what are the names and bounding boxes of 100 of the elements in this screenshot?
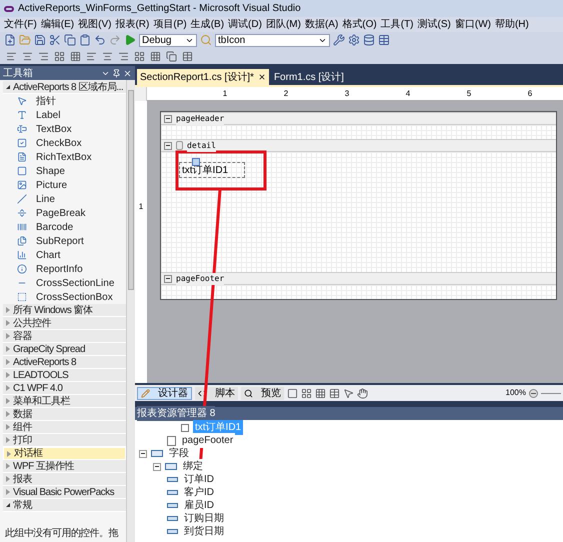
menu-item[interactable]: 编辑(E) xyxy=(40,17,74,32)
menu-item[interactable]: 格式(O) xyxy=(342,17,377,32)
designer-tab[interactable]: 脚本 xyxy=(195,386,238,400)
layout-grid-icon[interactable] xyxy=(54,50,65,62)
wrench-icon[interactable] xyxy=(333,34,345,46)
layout-grid-icon[interactable] xyxy=(134,50,145,62)
toolbox-item[interactable]: SubReport xyxy=(36,234,84,248)
toolbox-item[interactable]: CrossSectionBox xyxy=(36,290,113,304)
cut-icon[interactable] xyxy=(49,34,61,46)
toolbox-item[interactable]: 指针 xyxy=(36,94,56,108)
grid-icon[interactable] xyxy=(315,388,326,398)
copy-icon[interactable] xyxy=(64,34,76,46)
hand-icon[interactable] xyxy=(357,388,368,398)
collapse-icon[interactable] xyxy=(164,142,172,150)
toolbox-item[interactable]: Shape xyxy=(36,164,65,178)
bar-chart-icon[interactable] xyxy=(17,250,27,260)
barcode-icon[interactable] xyxy=(17,222,27,232)
play-icon[interactable] xyxy=(124,34,136,46)
toolbox-item[interactable]: Label xyxy=(36,108,60,122)
toolbox-group-header[interactable]: C1 WPF 4.0 xyxy=(3,382,126,395)
toolbox-item[interactable]: CrossSectionLine xyxy=(36,276,114,290)
tree-item[interactable]: pageFooter xyxy=(180,433,236,448)
collapse-icon[interactable] xyxy=(164,274,172,282)
toolbox-item[interactable]: TextBox xyxy=(36,122,72,136)
toolbox-group-header[interactable]: 所有 Windows 窗体 xyxy=(3,304,126,317)
pin-icon[interactable] xyxy=(112,68,121,78)
toolbox-group-header[interactable]: 容器 xyxy=(3,330,126,343)
toolbox-item[interactable]: Line xyxy=(36,192,55,206)
toolbox-item[interactable]: Picture xyxy=(36,178,68,192)
section-header[interactable]: pageFooter xyxy=(161,272,556,285)
align-center-icon[interactable] xyxy=(182,50,193,62)
grid-icon[interactable] xyxy=(150,50,161,62)
menu-item[interactable]: 调试(D) xyxy=(228,17,262,32)
undo-icon[interactable] xyxy=(94,34,106,46)
dashed-square-icon[interactable] xyxy=(17,292,27,302)
toolbox-group-header[interactable]: 报表 xyxy=(3,473,126,486)
table-icon[interactable] xyxy=(378,34,390,46)
save-icon[interactable] xyxy=(34,34,46,46)
menu-item[interactable]: 帮助(H) xyxy=(494,17,529,32)
close-icon[interactable] xyxy=(258,73,266,81)
toolbox-group-header[interactable]: 菜单和工具栏 xyxy=(3,395,126,408)
collapse-icon[interactable] xyxy=(164,114,172,122)
pointer-icon[interactable] xyxy=(17,96,27,106)
toolbox-group-header[interactable]: ActiveReports 8 区域布局... xyxy=(3,81,126,94)
menu-item[interactable]: 生成(B) xyxy=(190,17,224,32)
section-header[interactable]: detail xyxy=(161,139,556,152)
move-handle-icon[interactable] xyxy=(192,158,200,166)
toolbox-group-header[interactable]: 公共控件 xyxy=(3,317,126,330)
scrollbar[interactable] xyxy=(126,80,135,542)
find-combobox[interactable]: tbIcon xyxy=(215,34,330,46)
document-tab[interactable]: SectionReport1.cs [设计]* xyxy=(137,69,269,85)
tree-item[interactable]: 到货日期 xyxy=(182,524,226,539)
align-right-icon[interactable] xyxy=(38,50,49,62)
toolbox-group-header[interactable]: ActiveReports 8 xyxy=(3,356,126,369)
toolbox-group-header[interactable]: 打印 xyxy=(3,434,126,447)
pointer-icon[interactable] xyxy=(343,388,354,398)
collapse-icon[interactable] xyxy=(139,450,147,458)
expanded-triangle-icon[interactable] xyxy=(6,85,10,89)
expanded-triangle-icon[interactable] xyxy=(6,503,10,507)
toolbox-item[interactable]: PageBreak xyxy=(36,206,86,220)
checkbox-icon[interactable] xyxy=(17,138,27,148)
designer-tab[interactable]: 设计器 xyxy=(137,386,192,400)
align-left-icon[interactable] xyxy=(86,50,97,62)
toolbox-item[interactable]: ReportInfo xyxy=(36,262,83,276)
toolbox-group-header[interactable]: 组件 xyxy=(3,421,126,434)
table-icon[interactable] xyxy=(329,388,340,398)
toolbox-item[interactable]: CheckBox xyxy=(36,136,82,150)
toolbox-group-header[interactable]: LEADTOOLS xyxy=(3,369,126,382)
toolbox-group-header[interactable]: 对话框 xyxy=(3,447,126,460)
designer-tab[interactable]: 预览 xyxy=(241,386,284,400)
toolbox-item[interactable]: Chart xyxy=(36,248,60,262)
toolbox-group-header[interactable]: Visual Basic PowerPacks xyxy=(3,486,126,499)
square-icon[interactable] xyxy=(17,166,27,176)
menu-item[interactable]: 项目(P) xyxy=(153,17,187,32)
align-right-icon[interactable] xyxy=(118,50,129,62)
page-break-icon[interactable] xyxy=(17,208,27,218)
database-icon[interactable] xyxy=(363,34,375,46)
configuration-dropdown[interactable]: Debug xyxy=(139,34,197,46)
letter-icon[interactable] xyxy=(17,110,27,120)
collapse-icon[interactable] xyxy=(153,462,161,470)
menu-item[interactable]: 测试(S) xyxy=(418,17,451,32)
image-icon[interactable] xyxy=(17,180,27,190)
toolbox-group-header[interactable]: 数据 xyxy=(3,408,126,421)
line-icon[interactable] xyxy=(17,194,27,204)
align-left-icon[interactable] xyxy=(166,50,177,62)
menu-item[interactable]: 报表(R) xyxy=(115,17,150,32)
toolbox-item[interactable]: Barcode xyxy=(36,220,74,234)
toolbox-group-header[interactable]: WPF 互操作性 xyxy=(3,460,126,473)
menu-item[interactable]: 工具(T) xyxy=(380,17,414,32)
document-icon[interactable] xyxy=(17,152,27,162)
close-icon[interactable] xyxy=(123,68,132,78)
menu-item[interactable]: 文件(F) xyxy=(4,17,37,32)
paste-icon[interactable] xyxy=(79,34,91,46)
align-left-icon[interactable] xyxy=(6,50,17,62)
settings-icon[interactable] xyxy=(348,34,360,46)
toolbox-group-header[interactable]: 常规 xyxy=(3,499,126,512)
align-center-icon[interactable] xyxy=(22,50,33,62)
new-file-icon[interactable] xyxy=(4,34,16,46)
menu-item[interactable]: 数据(A) xyxy=(304,17,338,32)
toolbox-group-header[interactable]: GrapeCity Spread xyxy=(3,343,126,356)
